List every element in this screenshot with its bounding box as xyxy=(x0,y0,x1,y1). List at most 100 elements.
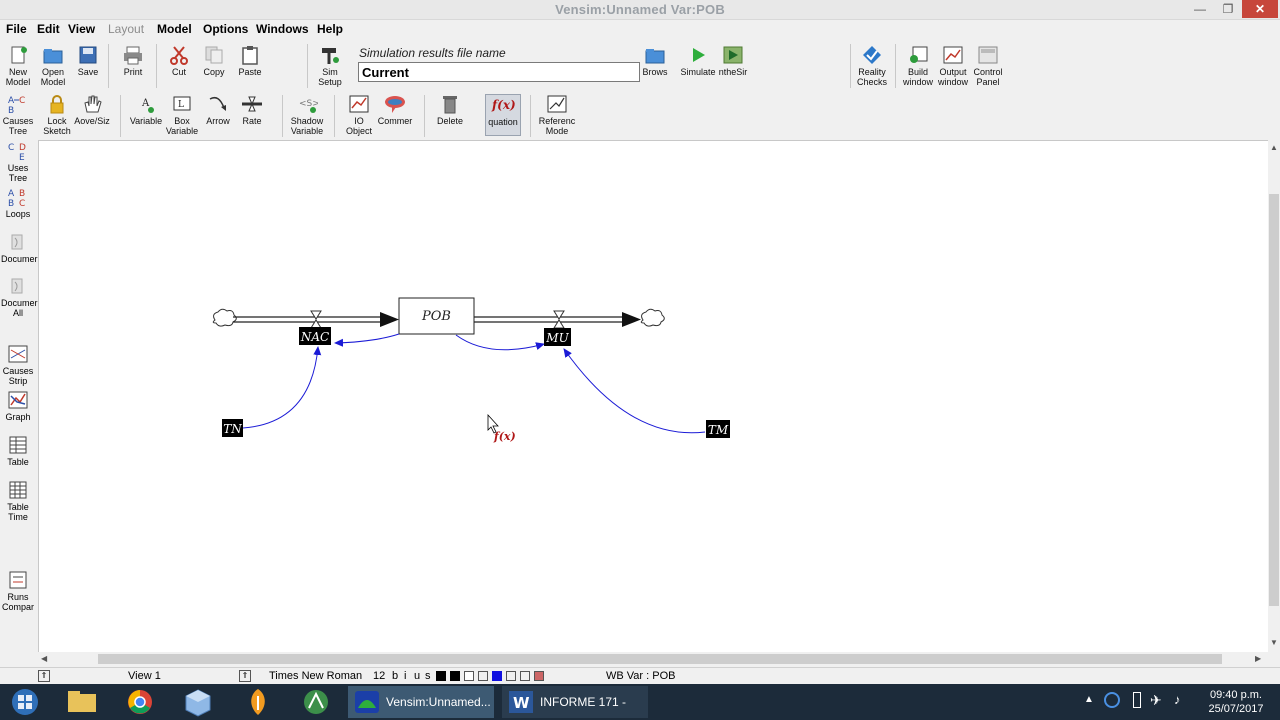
link-pob-to-nac[interactable] xyxy=(334,333,400,347)
loops-button[interactable]: ABBC Loops xyxy=(1,187,35,219)
menu-windows[interactable]: Windows xyxy=(256,22,309,36)
equation-button[interactable]: f(x) quation xyxy=(485,94,521,136)
font-selector[interactable]: Times New Roman xyxy=(269,670,362,682)
variable-button[interactable]: A Variable xyxy=(128,94,164,126)
battery-icon[interactable] xyxy=(1133,692,1141,708)
inflow-pipe[interactable] xyxy=(233,310,399,329)
print-button[interactable]: Print xyxy=(117,45,149,77)
task-vensim[interactable]: Vensim:Unnamed... xyxy=(348,686,494,718)
box-variable-button[interactable]: L Box Variable xyxy=(164,94,200,136)
tray-clock[interactable]: 09:40 p.m. 25/07/2017 xyxy=(1198,688,1274,716)
fill-color-swatch[interactable] xyxy=(464,671,474,681)
android-studio-icon[interactable] xyxy=(298,686,334,718)
menu-file[interactable]: File xyxy=(6,22,27,36)
browse-button[interactable]: Brows xyxy=(640,45,670,77)
aux-tm[interactable]: TM xyxy=(706,420,730,438)
uses-tree-button[interactable]: CDE Uses Tree xyxy=(1,141,35,183)
graph-button[interactable]: Graph xyxy=(1,390,35,422)
stock-pob[interactable]: POB xyxy=(398,297,475,335)
sketch-canvas[interactable]: POB NAC MU TN TM f(x) xyxy=(38,140,1268,654)
arrow-style-icon[interactable] xyxy=(506,671,516,681)
move-size-button[interactable]: Aove/Siz xyxy=(74,94,110,126)
view-up-icon[interactable]: ⇑ xyxy=(239,670,251,682)
outflow-pipe[interactable] xyxy=(474,310,641,329)
lock-sketch-button[interactable]: Lock Sketch xyxy=(40,94,74,136)
sink-cloud[interactable] xyxy=(640,308,665,327)
runs-compare-button[interactable]: Runs Compar xyxy=(1,570,35,612)
strike-toggle[interactable]: s xyxy=(425,670,431,682)
menu-options[interactable]: Options xyxy=(203,22,248,36)
rate-button[interactable]: Rate xyxy=(235,94,269,126)
scroll-right-arrow-icon[interactable]: ▶ xyxy=(1255,654,1261,663)
document-button[interactable]: Documer xyxy=(1,232,38,264)
simulation-results-input[interactable] xyxy=(358,62,640,82)
file-explorer-icon[interactable] xyxy=(64,686,100,718)
paste-button[interactable]: Paste xyxy=(233,45,267,77)
table-button[interactable]: Table xyxy=(1,435,35,467)
horizontal-scroll-thumb[interactable] xyxy=(98,654,1222,664)
build-windows-button[interactable]: Build window xyxy=(900,45,936,87)
shadow-variable-button[interactable]: <S> Shadow Variable xyxy=(287,94,327,136)
tray-sync-icon[interactable] xyxy=(1104,692,1120,708)
sim-setup-button[interactable]: Sim Setup xyxy=(313,45,347,87)
rate-mu[interactable]: MU xyxy=(544,328,571,346)
cut-button[interactable]: Cut xyxy=(164,45,194,77)
causes-tree-button[interactable]: ACB Causes Tree xyxy=(1,94,35,136)
link-pob-to-mu[interactable] xyxy=(455,334,545,351)
tray-overflow-icon[interactable]: ▲ xyxy=(1084,694,1094,705)
airplane-mode-icon[interactable]: ✈ xyxy=(1150,692,1162,709)
copy-button[interactable]: Copy xyxy=(198,45,230,77)
up-level-icon[interactable]: ⇑ xyxy=(38,670,50,682)
more-options-icon[interactable] xyxy=(534,671,544,681)
bold-toggle[interactable]: b xyxy=(392,670,398,682)
minimize-button[interactable]: — xyxy=(1186,0,1214,18)
shape-option-icon[interactable] xyxy=(478,671,488,681)
reference-mode-button[interactable]: Referenc Mode xyxy=(537,94,577,136)
simulate-button[interactable]: Simulate xyxy=(678,45,718,77)
line-color-swatch[interactable] xyxy=(450,671,460,681)
save-button[interactable]: Save xyxy=(73,45,103,77)
close-button[interactable]: ✕ xyxy=(1242,0,1278,18)
table-time-button[interactable]: Table Time xyxy=(1,480,35,522)
scroll-up-arrow-icon[interactable]: ▲ xyxy=(1269,143,1279,152)
vertical-scroll-thumb[interactable] xyxy=(1269,194,1279,606)
delete-button[interactable]: Delete xyxy=(432,94,468,126)
menu-layout[interactable]: Layout xyxy=(108,22,144,36)
rate-nac[interactable]: NAC xyxy=(299,327,331,345)
link-tm-to-mu[interactable] xyxy=(563,348,706,434)
chrome-icon[interactable] xyxy=(122,686,158,718)
comment-button[interactable]: Commer xyxy=(377,94,413,126)
font-size-selector[interactable]: 12 xyxy=(373,670,385,682)
menu-view[interactable]: View xyxy=(68,22,95,36)
underline-toggle[interactable]: u xyxy=(414,670,420,682)
maximize-button[interactable]: ❐ xyxy=(1214,0,1242,18)
start-button[interactable] xyxy=(6,686,44,718)
aux-tn[interactable]: TN xyxy=(222,419,243,437)
volume-icon[interactable]: ♪ xyxy=(1174,692,1181,707)
io-object-button[interactable]: IO Object xyxy=(342,94,376,136)
line-width-icon[interactable] xyxy=(520,671,530,681)
arrow-button[interactable]: Arrow xyxy=(200,94,236,126)
italic-toggle[interactable]: i xyxy=(404,670,406,682)
arrow-color-swatch[interactable] xyxy=(492,671,502,681)
task-word[interactable]: W INFORME 171 - M... xyxy=(502,686,648,718)
scroll-down-arrow-icon[interactable]: ▼ xyxy=(1269,638,1279,647)
menu-model[interactable]: Model xyxy=(157,22,192,36)
reality-checks-button[interactable]: Reality Checks xyxy=(854,45,890,87)
menu-help[interactable]: Help xyxy=(317,22,343,36)
document-all-button[interactable]: Documer All xyxy=(1,276,38,318)
text-color-swatch[interactable] xyxy=(436,671,446,681)
link-tn-to-nac[interactable] xyxy=(242,346,322,429)
new-model-button[interactable]: New Model xyxy=(2,45,34,87)
control-panel-button[interactable]: Control Panel xyxy=(969,45,1007,87)
cube-app-icon[interactable] xyxy=(180,686,216,718)
causes-strip-button[interactable]: Causes Strip xyxy=(1,344,35,386)
synthesim-button[interactable]: ntheSir xyxy=(716,45,750,77)
view-selector[interactable]: View 1 xyxy=(128,670,161,682)
menu-edit[interactable]: Edit xyxy=(37,22,60,36)
open-model-button[interactable]: Open Model xyxy=(37,45,69,87)
source-cloud[interactable] xyxy=(212,308,237,327)
output-windows-button[interactable]: Output window xyxy=(935,45,971,87)
scroll-left-arrow-icon[interactable]: ◀ xyxy=(41,654,47,663)
fl-studio-icon[interactable] xyxy=(240,686,276,718)
